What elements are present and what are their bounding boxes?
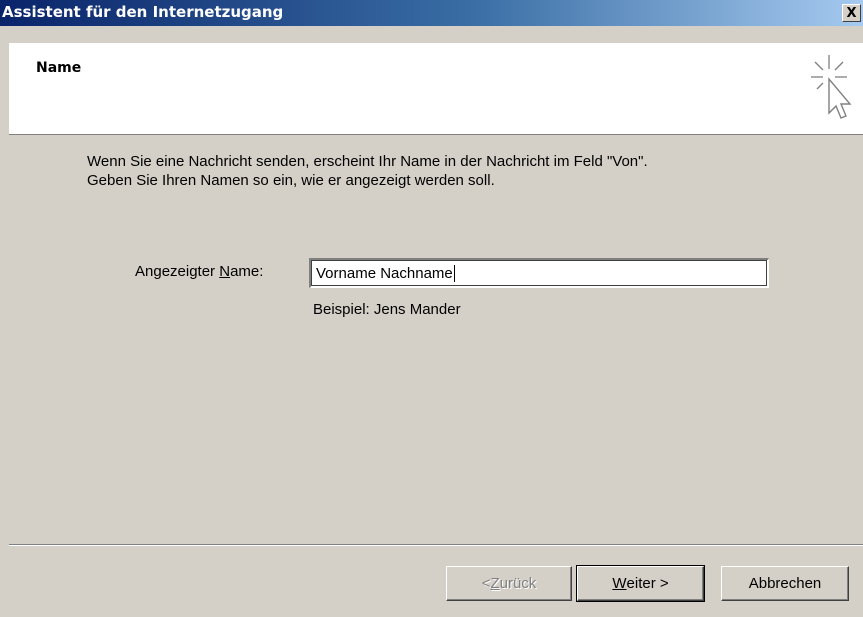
window-title: Assistent für den Internetzugang (2, 3, 284, 21)
intro-line-2: Geben Sie Ihren Namen so ein, wie er ang… (87, 172, 495, 189)
wizard-header: Name (9, 43, 863, 135)
cancel-button[interactable]: Abbrechen (721, 566, 849, 601)
back-button[interactable]: < Zurück (446, 566, 572, 601)
next-button-accel: W (612, 575, 627, 592)
next-button-label: eiter > (626, 575, 669, 592)
back-button-label: urück (499, 575, 537, 592)
display-name-label: Angezeigter Name: (135, 263, 263, 280)
display-name-label-accel: N (219, 263, 231, 280)
intro-line-1: Wenn Sie eine Nachricht senden, erschein… (87, 153, 648, 170)
wizard-cursor-icon (811, 55, 852, 119)
display-name-value: Vorname Nachname (316, 265, 453, 282)
title-bar: Assistent für den Internetzugang X (0, 0, 863, 26)
display-name-label-text: Angezeigter (135, 263, 220, 280)
display-name-input[interactable]: Vorname Nachname (309, 258, 769, 288)
back-button-accel: Z (490, 575, 500, 592)
text-caret (453, 265, 455, 282)
intro-text: Wenn Sie eine Nachricht senden, erschein… (87, 152, 807, 190)
example-text: Beispiel: Jens Mander (313, 301, 461, 318)
button-separator (9, 544, 863, 546)
back-button-prefix: < (481, 575, 491, 592)
cancel-button-label: Abbrechen (748, 575, 822, 592)
close-button[interactable]: X (842, 4, 861, 22)
page-title: Name (36, 60, 82, 76)
next-button[interactable]: Weiter > (576, 565, 705, 602)
display-name-label-rest: ame: (230, 263, 264, 280)
close-icon: X (846, 5, 857, 21)
